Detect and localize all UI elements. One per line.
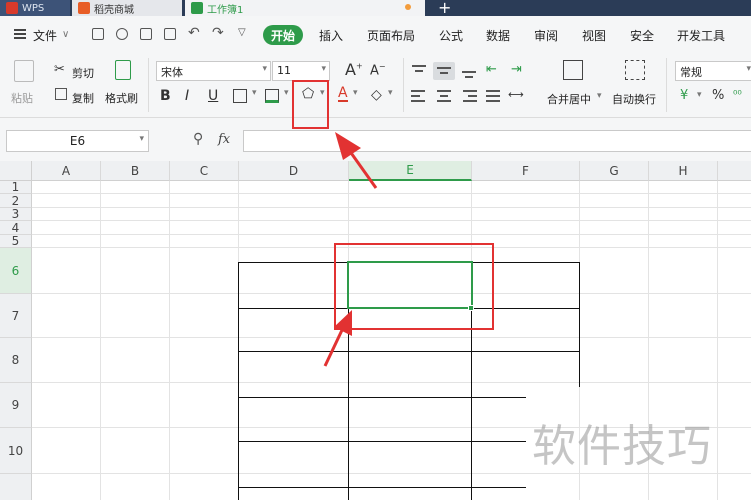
watermark-text: 软件技巧 — [532, 421, 712, 472]
arrow-to-cell — [323, 310, 352, 367]
arrow-to-fill-color — [335, 132, 378, 189]
